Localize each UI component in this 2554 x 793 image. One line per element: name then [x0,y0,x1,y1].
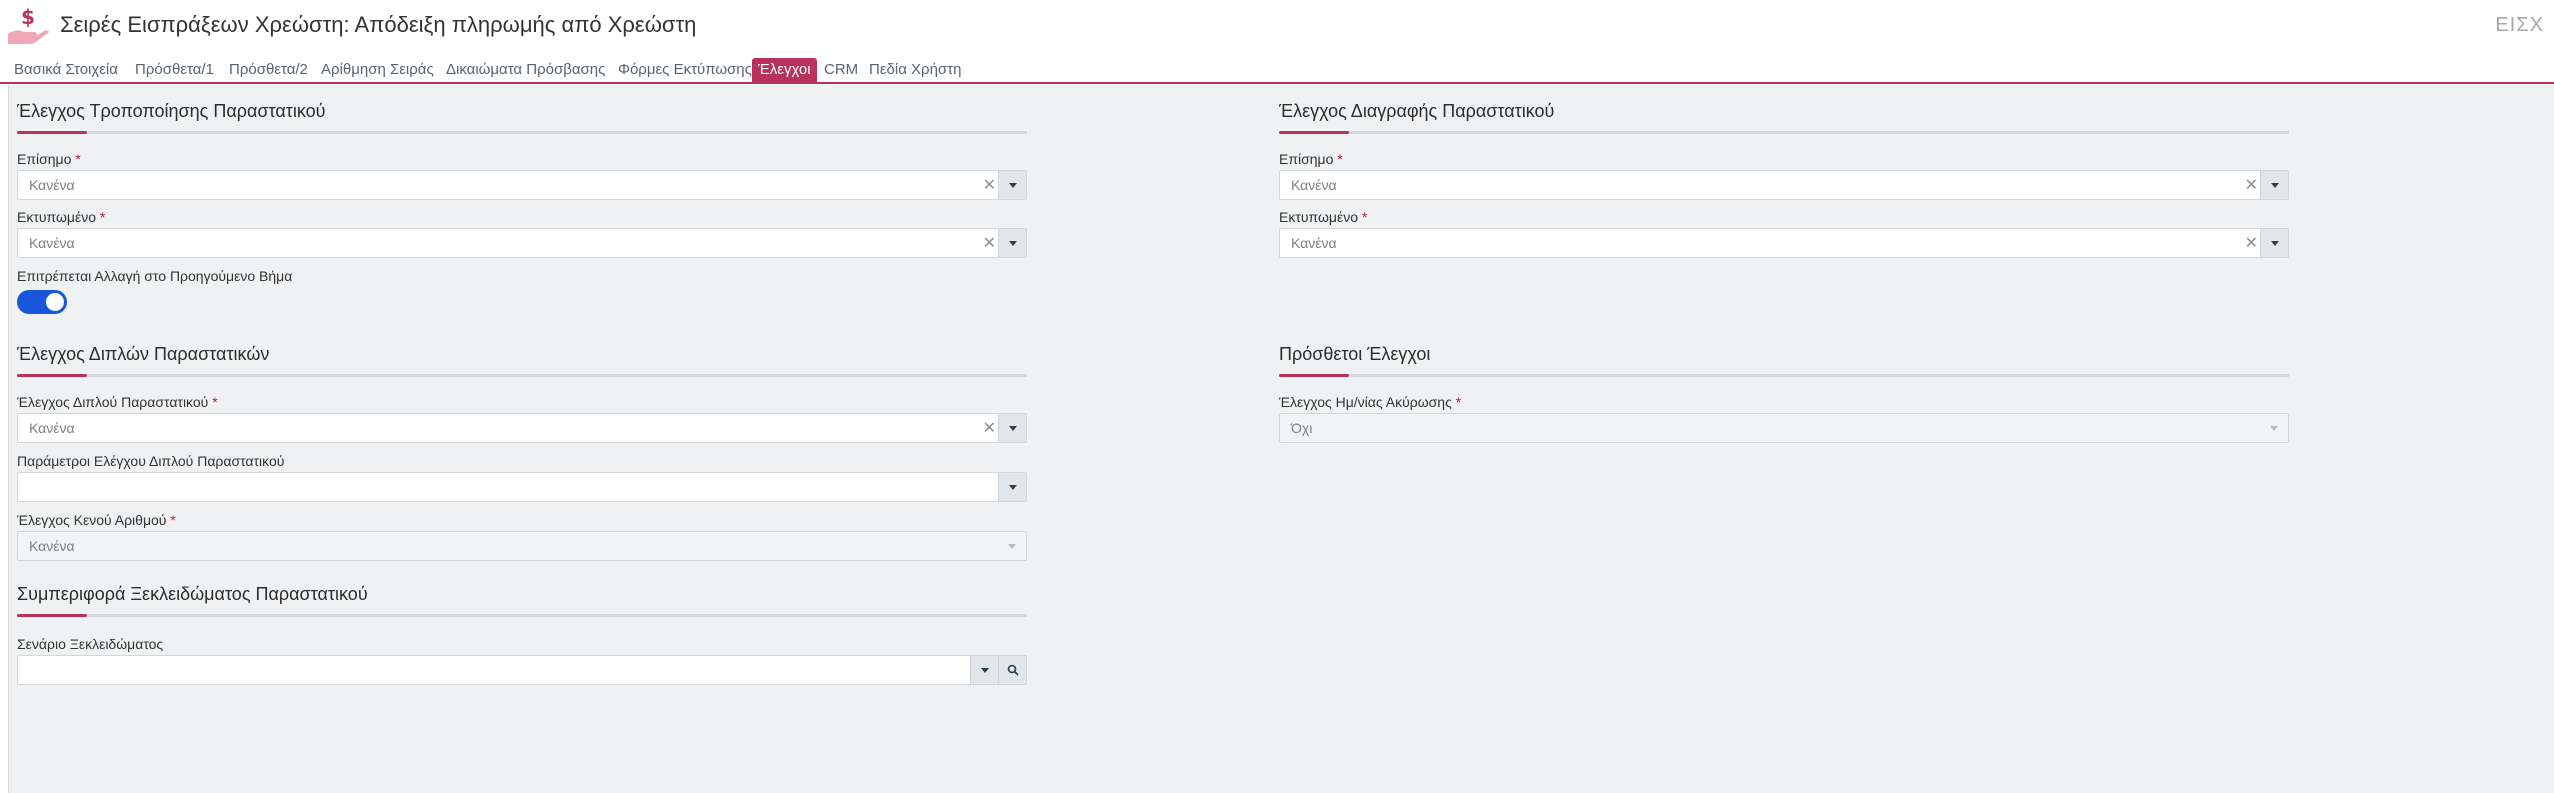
page-title: Σειρές Εισπράξεων Χρεώστη: Απόδειξη πληρ… [60,12,697,37]
select-value: Κανένα [29,420,75,436]
gap-check-select: Κανένα [17,531,1027,561]
unlock-behavior-section: Συμπεριφορά Ξεκλειδώματος Παραστατικού [17,582,1027,617]
duplicate-params-select[interactable] [17,472,1027,502]
section-title: Έλεγχος Διαγραφής Παραστατικού [1279,101,1555,121]
field-label: Εκτυπωμένο * [1279,209,1368,225]
tab-checks[interactable]: Έλεγχοι [752,58,817,82]
section-title: Πρόσθετοι Έλεγχοι [1279,344,1431,364]
tab-access-rights[interactable]: Δικαιώματα Πρόσβασης [440,58,611,82]
duplicates-check-section: Έλεγχος Διπλών Παραστατικών [17,342,1027,377]
tab-crm[interactable]: CRM [818,58,864,82]
select-value: Όχι [1291,420,1313,436]
section-divider [17,131,1027,134]
select-value: Κανένα [29,235,75,251]
svg-text:$: $ [21,6,35,29]
additional-checks-section: Πρόσθετοι Έλεγχοι [1279,342,2289,377]
clear-icon[interactable]: ✕ [983,418,996,438]
allow-change-toggle[interactable] [17,290,67,314]
clear-icon[interactable]: ✕ [983,233,996,253]
page-header: $ Σειρές Εισπράξεων Χρεώστη: Απόδειξη πλ… [0,0,2554,52]
section-divider [1279,374,2289,377]
search-icon[interactable] [998,656,1026,684]
chevron-down-icon[interactable] [970,656,998,684]
field-label: Έλεγχος Ημ/νίας Ακύρωσης * [1279,394,1462,410]
section-divider [17,614,1027,617]
deletion-official-select[interactable]: Κανένα ✕ [1279,170,2289,200]
modification-printed-select[interactable]: Κανένα ✕ [17,228,1027,258]
tab-user-fields[interactable]: Πεδία Χρήστη [863,58,967,82]
section-divider [1279,131,2289,134]
select-value: Κανένα [1291,235,1337,251]
modification-check-section: Έλεγχος Τροποποίησης Παραστατικού [17,99,1027,134]
chevron-down-icon[interactable] [998,473,1026,501]
chevron-down-icon[interactable] [998,414,1026,442]
field-label: Έλεγχος Κενού Αριθμού * [17,512,176,528]
section-title: Συμπεριφορά Ξεκλειδώματος Παραστατικού [17,584,368,604]
tab-additional-1[interactable]: Πρόσθετα/1 [129,58,220,82]
tab-print-forms[interactable]: Φόρμες Εκτύπωσης [612,58,758,82]
clear-icon[interactable]: ✕ [983,175,996,195]
toggle-knob [46,293,64,311]
section-title: Έλεγχος Τροποποίησης Παραστατικού [17,101,326,121]
chevron-down-icon[interactable] [998,229,1026,257]
chevron-down-icon [998,532,1026,560]
select-value: Κανένα [29,177,75,193]
field-label: Έλεγχος Διπλού Παραστατικού * [17,394,218,410]
select-value: Κανένα [1291,177,1337,193]
hand-dollar-icon: $ [8,6,49,44]
deletion-printed-select[interactable]: Κανένα ✕ [1279,228,2289,258]
clear-icon[interactable]: ✕ [2245,175,2258,195]
series-code: ΕΙΣΧ [2495,14,2544,36]
chevron-down-icon[interactable] [2260,171,2288,199]
field-label: Εκτυπωμένο * [17,209,106,225]
duplicate-check-select[interactable]: Κανένα ✕ [17,413,1027,443]
cancel-date-check-select: Όχι [1279,413,2289,443]
unlock-scenario-label: Σενάριο Ξεκλειδώματος [17,636,164,652]
tab-additional-2[interactable]: Πρόσθετα/2 [223,58,314,82]
tab-basic-info[interactable]: Βασικά Στοιχεία [8,58,124,82]
field-label: Επίσημο * [17,151,81,167]
tab-series-numbering[interactable]: Αρίθμηση Σειράς [315,58,440,82]
deletion-check-section: Έλεγχος Διαγραφής Παραστατικού [1279,99,2289,134]
select-value: Κανένα [29,538,75,554]
duplicate-params-label: Παράμετροι Ελέγχου Διπλού Παραστατικού [17,453,285,469]
chevron-down-icon[interactable] [2260,229,2288,257]
chevron-down-icon[interactable] [998,171,1026,199]
allow-change-label: Επιτρέπεται Αλλαγή στο Προηγούμενο Βήμα [17,268,293,284]
unlock-scenario-select[interactable] [17,655,1027,685]
field-label: Επίσημο * [1279,151,1343,167]
chevron-down-icon [2260,414,2288,442]
checks-panel: Έλεγχος Τροποποίησης Παραστατικού Επίσημ… [8,85,2554,793]
clear-icon[interactable]: ✕ [2245,233,2258,253]
modification-official-select[interactable]: Κανένα ✕ [17,170,1027,200]
section-title: Έλεγχος Διπλών Παραστατικών [17,344,270,364]
tab-bar: Βασικά Στοιχεία Πρόσθετα/1 Πρόσθετα/2 Αρ… [0,56,2554,84]
section-divider [17,374,1027,377]
